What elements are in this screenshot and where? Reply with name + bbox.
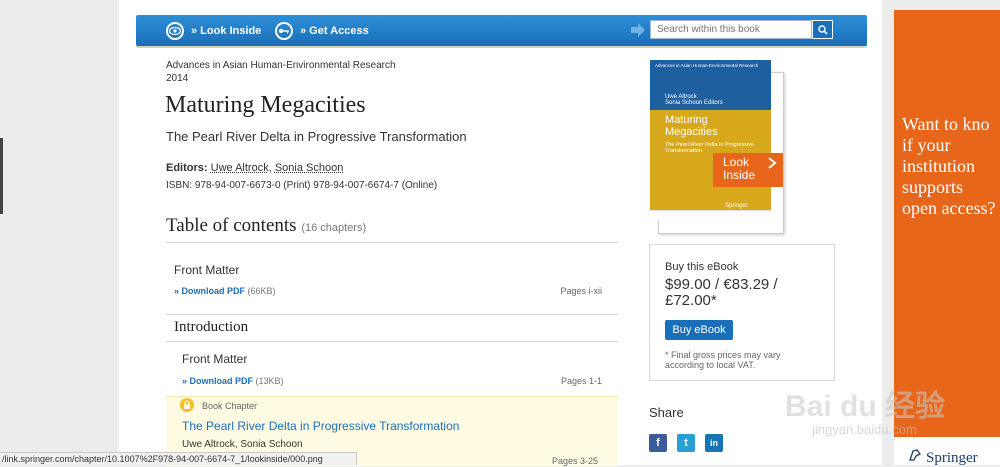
eye-icon xyxy=(166,22,184,40)
search-input[interactable] xyxy=(650,20,812,39)
cover-bottom-strip xyxy=(650,210,771,221)
download-pdf-link[interactable]: » Download PDF (66KB) xyxy=(174,286,276,296)
chapter-authors: Uwe Altrock, Sonia Schoon xyxy=(182,439,303,450)
file-size: (66KB) xyxy=(247,286,276,296)
editor-link-altrock[interactable]: Uwe Altrock xyxy=(211,162,269,174)
cover-series: Advances in Asian Human-Environmental Re… xyxy=(655,63,759,68)
get-access-button[interactable]: » Get Access xyxy=(275,21,369,41)
divider xyxy=(166,242,618,243)
page-title: Maturing Megacities xyxy=(165,92,366,118)
key-icon xyxy=(275,22,293,40)
cover-publisher: Springer xyxy=(725,203,748,209)
search-button[interactable] xyxy=(812,20,833,39)
file-size: (13KB) xyxy=(255,376,284,386)
series-link[interactable]: Advances in Asian Human-Environmental Re… xyxy=(166,60,396,71)
book-cover[interactable]: Advances in Asian Human-Environmental Re… xyxy=(650,60,784,234)
editor-link-schoon[interactable]: Sonia Schoon xyxy=(275,162,344,174)
buy-label: Buy this eBook xyxy=(665,261,739,273)
buy-ebook-button[interactable]: Buy eBook xyxy=(665,320,733,340)
lock-icon xyxy=(180,398,194,412)
ad-text: if your xyxy=(902,135,951,155)
download-pdf-link[interactable]: » Download PDF (13KB) xyxy=(182,376,284,386)
look-inside-label: » Look Inside xyxy=(191,25,262,37)
cover-title: Maturing xyxy=(665,114,708,126)
toc-title: Table of contents xyxy=(166,215,297,236)
ad-text: supports xyxy=(902,177,964,197)
look-inside-badge[interactable]: Look Inside xyxy=(713,153,783,187)
twitter-icon[interactable]: t xyxy=(677,434,695,452)
section-heading: Introduction xyxy=(174,319,249,335)
share-heading: Share xyxy=(649,405,684,420)
front-matter-title: Front Matter xyxy=(174,263,240,277)
editors-label: Editors: xyxy=(166,162,208,174)
arrow-right-icon xyxy=(631,23,645,37)
badge-label: Inside xyxy=(723,168,756,182)
chapter-title-link[interactable]: The Pearl River Delta in Progressive Tra… xyxy=(182,419,459,433)
cover-title: Megacities xyxy=(665,126,718,138)
publication-year: 2014 xyxy=(166,73,189,84)
divider xyxy=(166,314,618,315)
scroll-handle[interactable] xyxy=(0,138,3,214)
get-access-label: » Get Access xyxy=(300,25,369,37)
ad-text: institution xyxy=(902,156,976,176)
watermark-url: jingyan.baidu.com xyxy=(812,422,917,437)
cover-subtitle: Transformation xyxy=(665,148,702,154)
download-pdf-label[interactable]: » Download PDF xyxy=(182,376,253,386)
price-note: * Final gross prices may vary according … xyxy=(665,350,781,370)
chapter-count: (16 chapters) xyxy=(301,222,367,234)
watermark-logo: Bai du 经验 xyxy=(785,390,946,423)
springer-horse-icon xyxy=(909,449,921,461)
editors-line: Editors: Uwe Altrock, Sonia Schoon xyxy=(166,162,344,174)
book-subtitle: The Pearl River Delta in Progressive Tra… xyxy=(166,129,467,144)
front-matter-title: Front Matter xyxy=(182,352,248,366)
facebook-icon[interactable]: f xyxy=(649,434,667,452)
download-pdf-label[interactable]: » Download PDF xyxy=(174,286,245,296)
ad-text: Want to kno xyxy=(902,114,990,134)
divider xyxy=(166,341,618,342)
cover-editors: Sonia Schoon Editors xyxy=(665,100,723,106)
book-toolbar: » Look Inside » Get Access xyxy=(136,15,867,46)
chapter-type-label: Book Chapter xyxy=(202,401,258,411)
page-range: Pages i-xii xyxy=(560,286,602,296)
page-range: Pages 1-1 xyxy=(560,376,602,386)
look-inside-button[interactable]: » Look Inside xyxy=(166,21,261,41)
ad-brand: Springer xyxy=(926,450,978,466)
note-line: * Final gross prices may vary xyxy=(665,350,781,360)
search-icon xyxy=(817,24,828,35)
note-line: according to local VAT. xyxy=(665,360,756,370)
price-line: £72.00* xyxy=(665,292,717,309)
isbn-line: ISBN: 978-94-007-6673-0 (Print) 978-94-0… xyxy=(166,180,438,191)
toc-heading: Table of contents (16 chapters) xyxy=(166,215,366,237)
linkedin-icon[interactable]: in xyxy=(705,434,723,452)
price-line: $99.00 / €83.29 / xyxy=(665,276,778,293)
status-bar-url: /link.springer.com/chapter/10.1007%2F978… xyxy=(0,452,357,465)
cover-front: Advances in Asian Human-Environmental Re… xyxy=(650,60,771,221)
ad-text: open access? xyxy=(902,198,996,218)
price: $99.00 / €83.29 / £72.00* xyxy=(665,277,778,309)
chevron-right-icon xyxy=(768,157,777,169)
